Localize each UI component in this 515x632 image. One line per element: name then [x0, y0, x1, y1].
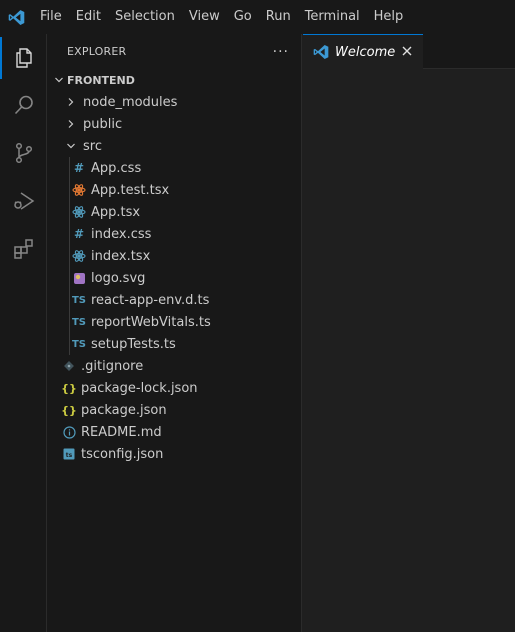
editor-tab-bar: Welcome — [303, 34, 515, 69]
menu-view[interactable]: View — [182, 0, 227, 34]
tab-label: Welcome — [335, 44, 396, 60]
tree-item-label: setupTests.ts — [91, 336, 176, 352]
workspace-root[interactable]: FRONTEND — [47, 69, 301, 91]
search-icon[interactable] — [0, 82, 47, 128]
run-and-debug-icon[interactable] — [0, 178, 47, 224]
explorer-icon[interactable] — [0, 35, 47, 81]
indent-guide — [69, 311, 70, 333]
react-icon — [71, 201, 87, 223]
indent-guide — [69, 245, 70, 267]
menu-help[interactable]: Help — [367, 0, 411, 34]
tree-item-label: react-app-env.d.ts — [91, 292, 210, 308]
tab-welcome[interactable]: Welcome — [303, 34, 423, 69]
indent-guide — [69, 201, 70, 223]
tree-item-label: logo.svg — [91, 270, 146, 286]
info-icon — [61, 421, 77, 443]
react-icon — [71, 245, 87, 267]
tree-item-label: node_modules — [83, 94, 178, 110]
tree-file-app-tsx[interactable]: App.tsx — [47, 201, 301, 223]
extensions-icon[interactable] — [0, 226, 47, 272]
chevron-down-icon — [51, 75, 67, 85]
tree-file-app-css[interactable]: # App.css — [47, 157, 301, 179]
tree-item-label: src — [83, 138, 102, 154]
tree-folder-src[interactable]: src — [47, 135, 301, 157]
tree-item-label: index.tsx — [91, 248, 151, 264]
tree-file-setup-tests[interactable]: TS setupTests.ts — [47, 333, 301, 355]
tree-item-label: index.css — [91, 226, 152, 242]
chevron-down-icon — [63, 135, 79, 157]
tree-item-label: .gitignore — [81, 358, 144, 374]
tree-file-tsconfig[interactable]: ts tsconfig.json — [47, 443, 301, 465]
tree-folder-public[interactable]: public — [47, 113, 301, 135]
indent-guide — [69, 157, 70, 179]
tree-file-gitignore[interactable]: .gitignore — [47, 355, 301, 377]
tree-item-label: public — [83, 116, 123, 132]
close-icon[interactable] — [399, 43, 415, 59]
menu-selection[interactable]: Selection — [108, 0, 182, 34]
svg-file-icon — [71, 267, 87, 289]
menu-terminal[interactable]: Terminal — [298, 0, 367, 34]
test-react-icon — [71, 179, 87, 201]
svg-text:ts: ts — [66, 452, 73, 459]
tree-item-label: reportWebVitals.ts — [91, 314, 211, 330]
more-actions-icon[interactable]: ··· — [273, 44, 289, 60]
tree-item-label: App.css — [91, 160, 142, 176]
json-icon: {} — [61, 403, 77, 417]
explorer-header: EXPLORER ··· — [47, 34, 301, 69]
explorer-title: EXPLORER — [67, 45, 127, 58]
tree-item-label: package-lock.json — [81, 380, 198, 396]
tree-file-package-lock-json[interactable]: {} package-lock.json — [47, 377, 301, 399]
tree-item-label: README.md — [81, 424, 162, 440]
menu-go[interactable]: Go — [227, 0, 259, 34]
indent-guide — [69, 267, 70, 289]
indent-guide — [69, 223, 70, 245]
menu-run[interactable]: Run — [259, 0, 298, 34]
tree-file-react-app-env[interactable]: TS react-app-env.d.ts — [47, 289, 301, 311]
workspace-root-label: FRONTEND — [67, 73, 135, 87]
activity-bar — [0, 34, 47, 632]
vscode-tab-icon — [313, 44, 329, 60]
tree-file-report-web-vitals[interactable]: TS reportWebVitals.ts — [47, 311, 301, 333]
chevron-right-icon — [63, 113, 79, 135]
tree-item-label: App.test.tsx — [91, 182, 170, 198]
typescript-icon: TS — [71, 294, 87, 306]
menu-file[interactable]: File — [33, 0, 69, 34]
git-icon — [61, 355, 77, 377]
indent-guide — [69, 333, 70, 355]
tree-item-label: tsconfig.json — [81, 446, 164, 462]
menu-edit[interactable]: Edit — [69, 0, 108, 34]
menu-bar: File Edit Selection View Go Run Terminal… — [33, 0, 410, 34]
typescript-icon: TS — [71, 316, 87, 328]
tree-item-label: App.tsx — [91, 204, 141, 220]
tree-file-index-css[interactable]: # index.css — [47, 223, 301, 245]
tree-file-package-json[interactable]: {} package.json — [47, 399, 301, 421]
css-hash-icon: # — [73, 227, 85, 241]
source-control-icon[interactable] — [0, 130, 47, 176]
tsconfig-icon: ts — [61, 443, 77, 465]
tree-file-index-tsx[interactable]: index.tsx — [47, 245, 301, 267]
tree-folder-node-modules[interactable]: node_modules — [47, 91, 301, 113]
typescript-icon: TS — [71, 338, 87, 350]
indent-guide — [69, 289, 70, 311]
tree-file-logo-svg[interactable]: logo.svg — [47, 267, 301, 289]
chevron-right-icon — [63, 91, 79, 113]
tree-item-label: package.json — [81, 402, 167, 418]
css-hash-icon: # — [73, 161, 85, 175]
tree-file-readme[interactable]: README.md — [47, 421, 301, 443]
explorer-sidebar: EXPLORER ··· FRONTEND node_modules publi… — [47, 34, 302, 632]
indent-guide — [69, 179, 70, 201]
vscode-logo-icon — [0, 0, 33, 34]
editor-area: Welcome — [303, 34, 515, 632]
json-icon: {} — [61, 381, 77, 395]
tree-file-app-test-tsx[interactable]: App.test.tsx — [47, 179, 301, 201]
title-bar: File Edit Selection View Go Run Terminal… — [0, 0, 515, 34]
